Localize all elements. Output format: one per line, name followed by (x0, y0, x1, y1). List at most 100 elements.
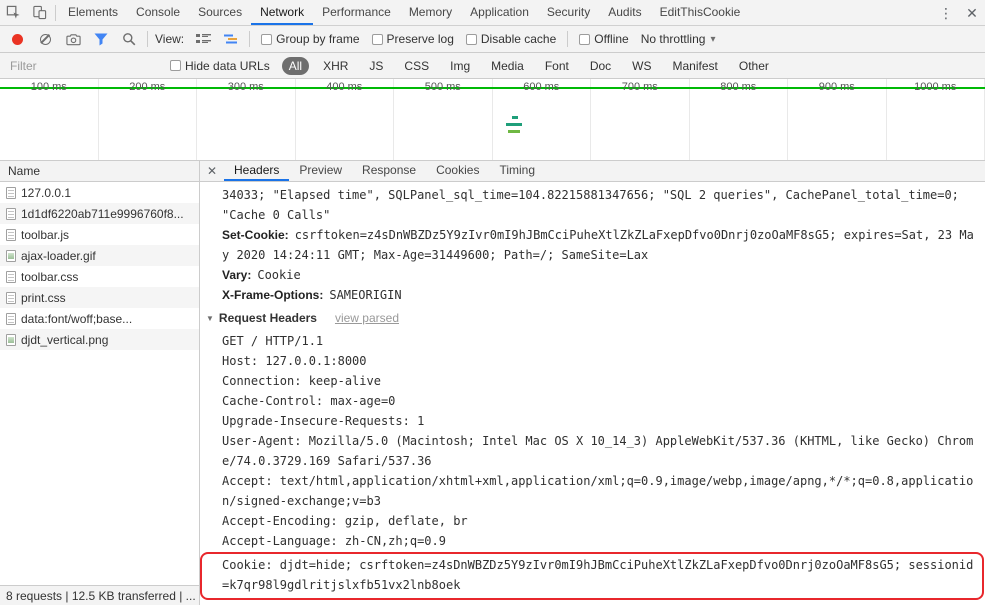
device-toolbar-button[interactable] (26, 0, 52, 25)
name-column-label: Name (8, 164, 41, 178)
hide-data-urls-checkbox-input[interactable] (170, 60, 181, 71)
devtools-tabs: Elements Console Sources Network Performance… (59, 0, 749, 25)
filter-xhr[interactable]: XHR (316, 57, 355, 75)
use-large-request-rows-toggle[interactable] (190, 33, 216, 45)
request-row[interactable]: 127.0.0.1 (0, 182, 199, 203)
request-headers-section-header: ▼ Request Headers view parsed (200, 311, 985, 325)
inspect-element-button[interactable] (0, 0, 26, 25)
group-by-frame-checkbox-input[interactable] (261, 33, 273, 45)
timeline-segment: 500 ms (394, 79, 493, 160)
response-header-name: X-Frame-Options: (222, 288, 324, 302)
response-headers-list: Set-Cookie: csrftoken=z4sDnWBZDz5Y9zIvr0m… (200, 225, 985, 305)
timeline-tick-label: 900 ms (818, 81, 855, 93)
tab-performance[interactable]: Performance (313, 0, 400, 25)
script-file-icon (6, 228, 16, 241)
detail-tab-response[interactable]: Response (352, 161, 426, 181)
record-network-log-button[interactable] (4, 33, 30, 45)
search-button[interactable] (116, 32, 142, 46)
preserve-log-checkbox[interactable]: Preserve log (371, 32, 454, 46)
request-row[interactable]: 1d1df6220ab711e9996760f8... (0, 203, 199, 224)
network-toolbar: View: Group by frame Preserve log Disable … (0, 26, 985, 53)
response-header-line: Vary: Cookie (200, 265, 985, 285)
throttling-dropdown[interactable]: No throttling ▾ (641, 32, 716, 46)
request-row[interactable]: print.css (0, 287, 199, 308)
filter-media[interactable]: Media (484, 57, 531, 75)
filter-js[interactable]: JS (362, 57, 390, 75)
detail-tab-timing[interactable]: Timing (489, 161, 545, 181)
css-file-icon (6, 291, 16, 304)
request-row[interactable]: toolbar.css (0, 266, 199, 287)
script-file-icon (6, 207, 16, 220)
network-overview-timeline[interactable]: 100 ms 200 ms 300 ms 400 ms 500 ms 600 ms 700 … (0, 79, 985, 161)
image-file-icon (6, 249, 16, 262)
detail-tab-headers[interactable]: Headers (224, 161, 290, 181)
network-filter-bar: Hide data URLs All XHR JS CSS Img Media Font Do… (0, 53, 985, 79)
request-row[interactable]: ajax-loader.gif (0, 245, 199, 266)
name-column-header[interactable]: Name (0, 161, 199, 182)
toolbar-separator (249, 31, 251, 47)
response-header-overflow-line: 34033; "Elapsed time", SQLPanel_sql_time… (222, 188, 959, 222)
filter-all[interactable]: All (281, 56, 310, 75)
view-label: View: (155, 32, 185, 46)
devtools-window: Elements Console Sources Network Performance… (0, 0, 985, 605)
request-header-line: Upgrade-Insecure-Requests: 1 (222, 414, 425, 428)
tab-sources[interactable]: Sources (189, 0, 251, 25)
disable-cache-checkbox-input[interactable] (465, 33, 477, 45)
offline-checkbox-input[interactable] (579, 33, 591, 45)
preserve-log-label: Preserve log (386, 32, 454, 46)
more-menu-icon: ⋮ (939, 4, 953, 21)
filter-css[interactable]: CSS (397, 57, 436, 75)
filter-img[interactable]: Img (443, 57, 477, 75)
tab-memory[interactable]: Memory (400, 0, 461, 25)
group-by-frame-checkbox[interactable]: Group by frame (261, 32, 360, 46)
request-header-line: Accept-Encoding: gzip, deflate, br (222, 514, 468, 528)
disable-cache-checkbox[interactable]: Disable cache (465, 32, 556, 46)
request-row[interactable]: data:font/woff;base... (0, 308, 199, 329)
filter-doc[interactable]: Doc (583, 57, 618, 75)
capture-screenshots-button[interactable] (60, 33, 86, 46)
clear-icon (39, 33, 51, 45)
view-parsed-link[interactable]: view parsed (335, 311, 399, 325)
request-name: 1d1df6220ab711e9996760f8... (21, 206, 184, 221)
tab-editthiscookie[interactable]: EditThisCookie (651, 0, 750, 25)
request-list-pane: Name 127.0.0.1 1d1df6220ab711e9996760f8..… (0, 161, 200, 605)
tab-console[interactable]: Console (127, 0, 189, 25)
filter-other[interactable]: Other (732, 57, 776, 75)
tab-network[interactable]: Network (251, 0, 314, 25)
font-file-icon (6, 312, 16, 325)
timeline-tick-label: 200 ms (129, 81, 166, 93)
tab-elements[interactable]: Elements (59, 0, 127, 25)
filter-toggle-button[interactable] (88, 33, 114, 46)
request-name: djdt_vertical.png (21, 332, 109, 347)
detail-tab-preview[interactable]: Preview (289, 161, 352, 181)
disclosure-triangle-icon[interactable]: ▼ (206, 314, 214, 323)
request-row[interactable]: toolbar.js (0, 224, 199, 245)
filter-font[interactable]: Font (538, 57, 576, 75)
offline-checkbox[interactable]: Offline (579, 32, 629, 46)
device-toolbar-icon (32, 5, 46, 20)
tab-application[interactable]: Application (461, 0, 538, 25)
close-devtools-button[interactable]: ✕ (959, 0, 985, 25)
tab-audits[interactable]: Audits (599, 0, 650, 25)
filter-manifest[interactable]: Manifest (666, 57, 725, 75)
hide-data-urls-checkbox[interactable]: Hide data URLs (170, 59, 270, 73)
request-name: toolbar.js (21, 227, 70, 242)
filter-funnel-icon (94, 33, 108, 45)
show-overview-toggle[interactable] (218, 33, 244, 45)
close-detail-button[interactable]: ✕ (200, 161, 224, 181)
filter-input[interactable] (6, 56, 164, 75)
request-header-line: Accept: text/html,application/xhtml+xml,… (222, 474, 974, 508)
preserve-log-checkbox-input[interactable] (371, 33, 383, 45)
timeline-grid: 100 ms 200 ms 300 ms 400 ms 500 ms 600 ms 700 … (0, 79, 985, 160)
request-row[interactable]: djdt_vertical.png (0, 329, 199, 350)
tab-security[interactable]: Security (538, 0, 599, 25)
search-icon (123, 33, 136, 46)
timeline-tick-label: 700 ms (621, 81, 658, 93)
filter-ws[interactable]: WS (625, 57, 658, 75)
timeline-segment: 600 ms (493, 79, 591, 160)
chevron-down-icon: ▾ (710, 33, 716, 45)
more-options-button[interactable]: ⋮ (933, 0, 959, 25)
detail-tab-cookies[interactable]: Cookies (426, 161, 489, 181)
request-header-line: Connection: keep-alive (222, 374, 381, 388)
clear-network-log-button[interactable] (32, 33, 58, 45)
